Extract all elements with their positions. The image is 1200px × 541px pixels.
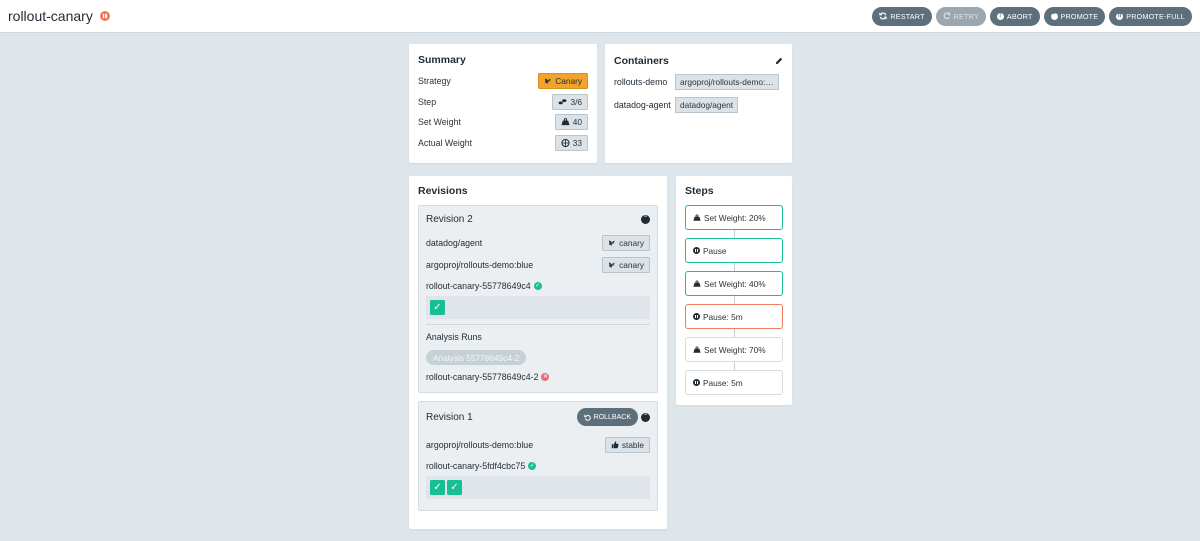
step-item-pending[interactable]: Pause: 5m xyxy=(685,370,783,395)
action-buttons: RESTART RETRY ! ABORT ⌃ PROMOTE ⇈ PROMOT… xyxy=(872,6,1192,26)
pause-icon xyxy=(693,379,700,386)
revision-2-card: Revision 2 ⌃ datadog/agent canary argopr… xyxy=(418,205,658,393)
canary-tag: canary xyxy=(602,257,650,273)
thumbs-up-icon xyxy=(611,441,619,449)
canary-bird-icon xyxy=(608,239,616,247)
rollback-button[interactable]: ROLLBACK xyxy=(576,408,638,426)
redo-icon xyxy=(943,12,951,20)
pod-healthy-icon[interactable]: ✓ xyxy=(430,480,445,495)
replicaset-line: rollout-canary-55778649c4 ✓ xyxy=(426,281,542,291)
chevron-up-icon[interactable]: ⌃ xyxy=(641,214,650,224)
double-chevron-up-icon: ⇈ xyxy=(1116,12,1124,20)
divider xyxy=(426,324,650,325)
pause-icon xyxy=(693,313,700,320)
step-badge: 3/6 xyxy=(552,93,588,110)
container-image-tag[interactable]: argoproj/rollouts-demo:… xyxy=(675,74,779,90)
summary-panel: Summary Strategy Canary Step 3/6 Set Wei… xyxy=(409,44,597,163)
paused-status-icon xyxy=(99,11,110,21)
revision-1-card: Revision 1 ROLLBACK ⌃ argoproj/rollouts-… xyxy=(418,401,658,511)
step-item-pending[interactable]: Set Weight: 70% xyxy=(685,337,783,362)
error-circle-icon: ✕ xyxy=(541,373,550,381)
check-circle-icon: ✓ xyxy=(533,282,542,290)
containers-title: Containers xyxy=(614,55,669,67)
pause-icon xyxy=(693,247,700,254)
revisions-title: Revisions xyxy=(418,185,468,197)
refresh-icon xyxy=(879,12,888,20)
summary-row-step: Step 3/6 xyxy=(418,92,588,113)
steps-title: Steps xyxy=(685,185,714,197)
pods-bar: ✓ xyxy=(426,296,650,319)
revision-image-row: datadog/agent canary xyxy=(426,232,650,254)
strategy-badge: Canary xyxy=(538,73,588,90)
weight-icon xyxy=(561,118,570,126)
chevron-up-icon: ⌃ xyxy=(1050,12,1058,20)
canary-bird-icon xyxy=(544,77,552,85)
analysis-run-line: rollout-canary-55778649c4-2 ✕ xyxy=(426,372,550,382)
step-item-current[interactable]: Pause: 5m xyxy=(685,304,783,329)
summary-row-actual-weight: Actual Weight 33 xyxy=(418,133,588,154)
balance-scale-icon xyxy=(561,138,570,147)
promote-button[interactable]: ⌃ PROMOTE xyxy=(1043,6,1106,26)
page-title: rollout-canary xyxy=(8,8,110,24)
check-circle-icon: ✓ xyxy=(528,462,537,470)
revision-image-row: argoproj/rollouts-demo:blue canary xyxy=(426,254,650,276)
revision-image-row: argoproj/rollouts-demo:blue stable xyxy=(426,434,650,456)
undo-icon xyxy=(583,414,591,421)
summary-row-set-weight: Set Weight 40 xyxy=(418,112,588,133)
pod-healthy-icon[interactable]: ✓ xyxy=(430,300,445,315)
step-item[interactable]: Pause xyxy=(685,238,783,263)
abort-button[interactable]: ! ABORT xyxy=(989,6,1040,26)
promote-full-button[interactable]: ⇈ PROMOTE-FULL xyxy=(1109,6,1192,26)
container-row: datadog-agent datadog/agent xyxy=(614,97,783,113)
summary-row-strategy: Strategy Canary xyxy=(418,71,588,92)
analysis-run-pill[interactable]: Analysis 55778649c4-2 xyxy=(426,350,527,365)
actual-weight-badge: 33 xyxy=(554,134,588,151)
revisions-panel: Revisions Revision 2 ⌃ datadog/agent can… xyxy=(409,176,667,529)
containers-panel: Containers rollouts-demo argoproj/rollou… xyxy=(605,44,792,163)
weight-icon xyxy=(693,346,701,354)
edit-pencil-icon[interactable] xyxy=(775,57,783,65)
pod-healthy-icon[interactable]: ✓ xyxy=(447,480,462,495)
top-bar: rollout-canary RESTART RETRY ! ABORT ⌃ P… xyxy=(0,0,1200,33)
revision-title: Revision 2 xyxy=(426,213,473,225)
canary-bird-icon xyxy=(608,261,616,269)
weight-icon xyxy=(693,214,701,222)
set-weight-badge: 40 xyxy=(554,114,588,131)
step-item[interactable]: Set Weight: 20% xyxy=(685,205,783,230)
replicaset-line: rollout-canary-5fdf4cbc75 ✓ xyxy=(426,461,537,471)
summary-title: Summary xyxy=(418,54,466,66)
step-item[interactable]: Set Weight: 40% xyxy=(685,271,783,296)
rollout-name: rollout-canary xyxy=(8,8,93,24)
container-row: rollouts-demo argoproj/rollouts-demo:… xyxy=(614,74,783,90)
container-image-tag[interactable]: datadog/agent xyxy=(675,97,739,113)
canary-tag: canary xyxy=(602,235,650,251)
weight-icon xyxy=(693,280,701,288)
revision-title: Revision 1 xyxy=(426,411,473,423)
restart-button[interactable]: RESTART xyxy=(872,6,932,26)
stable-tag: stable xyxy=(604,437,650,453)
steps-list: Set Weight: 20% Pause Set Weight: 40% Pa… xyxy=(685,205,783,395)
analysis-runs-label: Analysis Runs xyxy=(426,332,482,342)
steps-panel: Steps Set Weight: 20% Pause Set Weight: … xyxy=(676,176,792,405)
pods-bar: ✓ ✓ xyxy=(426,476,650,499)
chevron-up-icon[interactable]: ⌃ xyxy=(641,412,650,422)
exclamation-icon: ! xyxy=(996,12,1004,20)
retry-button[interactable]: RETRY xyxy=(935,6,986,26)
shoe-prints-icon xyxy=(558,98,567,106)
